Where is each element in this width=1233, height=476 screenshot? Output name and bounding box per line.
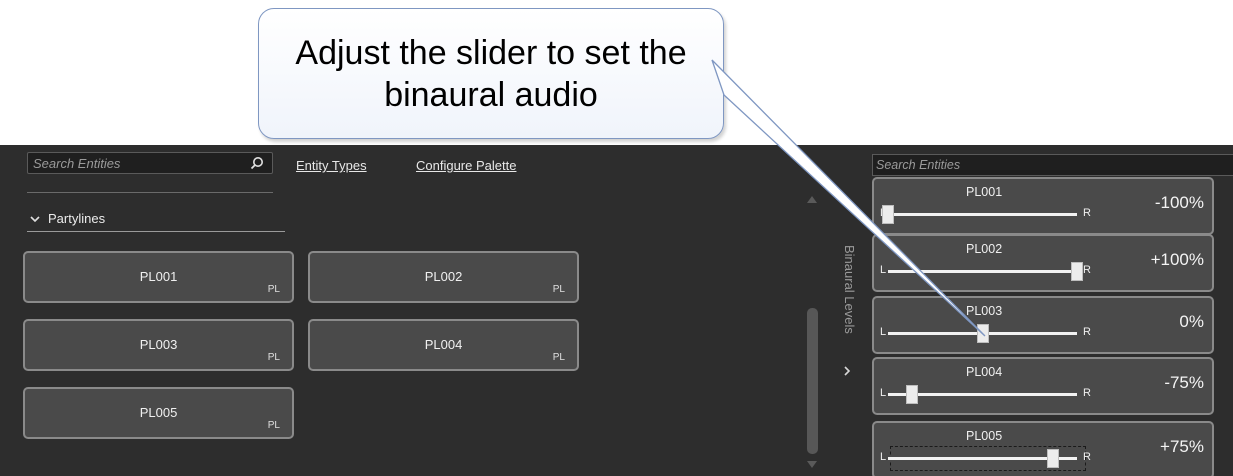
entity-type-tag: PL: [552, 352, 565, 363]
slider-track[interactable]: [888, 270, 1077, 273]
callout-text: Adjust the slider to set the binaural au…: [295, 33, 687, 114]
card-name: PL003: [966, 304, 1003, 318]
entity-button-pl001[interactable]: PL001 PL: [23, 251, 294, 303]
group-header-partylines[interactable]: Partylines: [30, 211, 105, 226]
scroll-up-arrow-icon[interactable]: [806, 194, 818, 204]
binaural-levels-tab[interactable]: Binaural Levels: [837, 245, 857, 355]
card-name: PL004: [966, 365, 1003, 379]
right-label: R: [1083, 264, 1091, 276]
app-window: Entity Types Configure Palette Partyline…: [0, 145, 1233, 476]
pan-value: -100%: [1154, 193, 1204, 212]
slider-thumb[interactable]: [1047, 449, 1060, 468]
group-label: Partylines: [48, 211, 106, 226]
slider-thumb[interactable]: [905, 385, 918, 404]
instruction-callout: Adjust the slider to set the binaural au…: [258, 8, 724, 139]
entity-button-pl002[interactable]: PL002 PL: [308, 251, 579, 303]
entity-name: PL003: [139, 337, 178, 352]
entity-type-tag: PL: [267, 284, 280, 295]
slider-thumb[interactable]: [882, 205, 894, 224]
entity-button-pl004[interactable]: PL004 PL: [308, 319, 579, 371]
entity-name: PL005: [139, 405, 178, 420]
left-label: L: [880, 264, 887, 276]
entity-name: PL002: [424, 269, 463, 284]
entity-search-right[interactable]: [872, 154, 1233, 176]
chevron-right-icon[interactable]: [843, 366, 851, 376]
binaural-card-pl001: PL001 L R -100%: [872, 177, 1214, 235]
slider-track[interactable]: [888, 213, 1077, 216]
right-label: R: [1083, 387, 1091, 399]
slider-thumb[interactable]: [976, 324, 989, 343]
scroll-down-arrow-icon[interactable]: [806, 460, 818, 470]
group-divider: [27, 231, 285, 232]
entity-button-pl005[interactable]: PL005 PL: [23, 387, 294, 439]
left-label: L: [880, 326, 887, 338]
pan-value: +75%: [1160, 437, 1204, 456]
entity-types-link[interactable]: Entity Types: [296, 158, 367, 173]
scrollbar-thumb[interactable]: [807, 308, 818, 454]
entity-type-tag: PL: [267, 352, 280, 363]
right-label: R: [1083, 326, 1091, 338]
binaural-card-pl005: PL005 L R +75%: [872, 421, 1214, 476]
entity-name: PL004: [424, 337, 463, 352]
search-underline: [27, 192, 273, 193]
slider-thumb[interactable]: [1071, 262, 1083, 281]
chevron-down-icon: [30, 215, 40, 222]
entity-name: PL001: [139, 269, 178, 284]
pan-value: +100%: [1150, 250, 1204, 269]
entity-button-pl003[interactable]: PL003 PL: [23, 319, 294, 371]
left-label: L: [880, 451, 887, 463]
card-name: PL001: [966, 185, 1003, 199]
entity-search-input-right[interactable]: [876, 158, 1176, 172]
search-icon[interactable]: [250, 156, 264, 170]
card-name: PL005: [966, 429, 1003, 443]
binaural-card-pl002: PL002 L R +100%: [872, 234, 1214, 292]
binaural-card-pl003: PL003 L R 0%: [872, 296, 1214, 354]
right-label: R: [1083, 451, 1091, 463]
binaural-card-pl004: PL004 L R -75%: [872, 357, 1214, 415]
pan-value: 0%: [1179, 312, 1204, 331]
entity-search-input[interactable]: [33, 155, 233, 171]
card-name: PL002: [966, 242, 1003, 256]
entity-type-tag: PL: [267, 420, 280, 431]
right-label: R: [1083, 207, 1091, 219]
entity-search-left[interactable]: [27, 152, 273, 174]
configure-palette-link[interactable]: Configure Palette: [416, 158, 516, 173]
left-label: L: [880, 387, 887, 399]
pan-value: -75%: [1164, 373, 1204, 392]
entity-type-tag: PL: [552, 284, 565, 295]
